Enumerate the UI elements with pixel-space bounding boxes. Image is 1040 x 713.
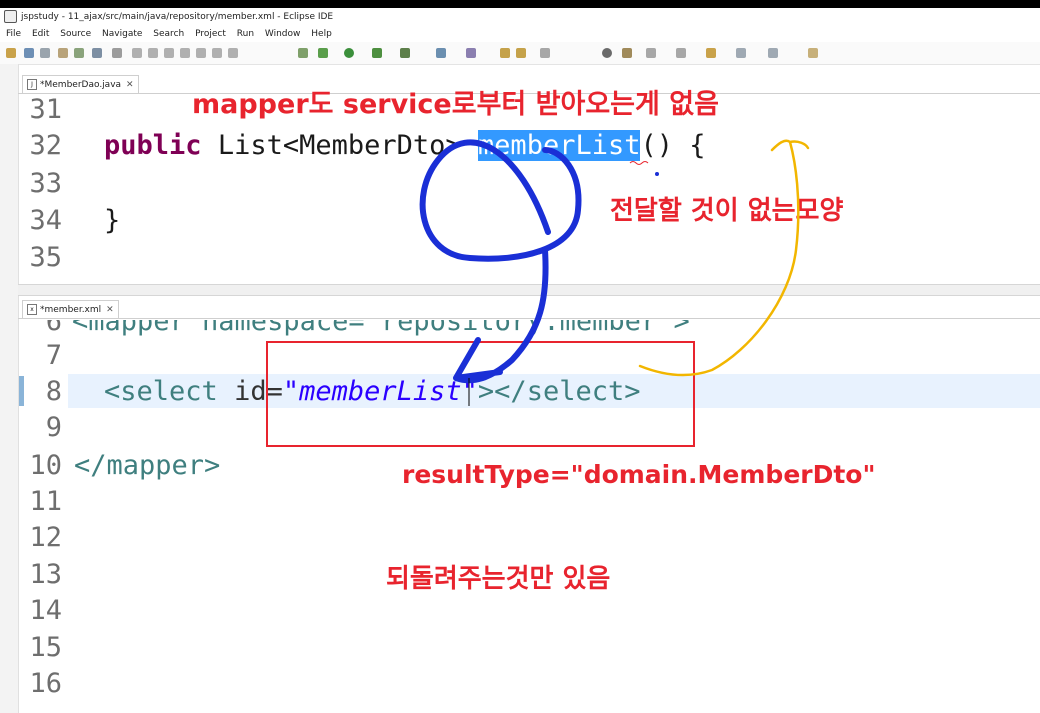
pen-annotation-layer [266, 139, 810, 447]
blue-arrow-stroke [419, 139, 582, 384]
yellow-arrow-stroke [638, 139, 810, 377]
red-highlight-box [266, 341, 695, 447]
error-squiggle [629, 161, 649, 165]
blue-dot [655, 172, 659, 176]
